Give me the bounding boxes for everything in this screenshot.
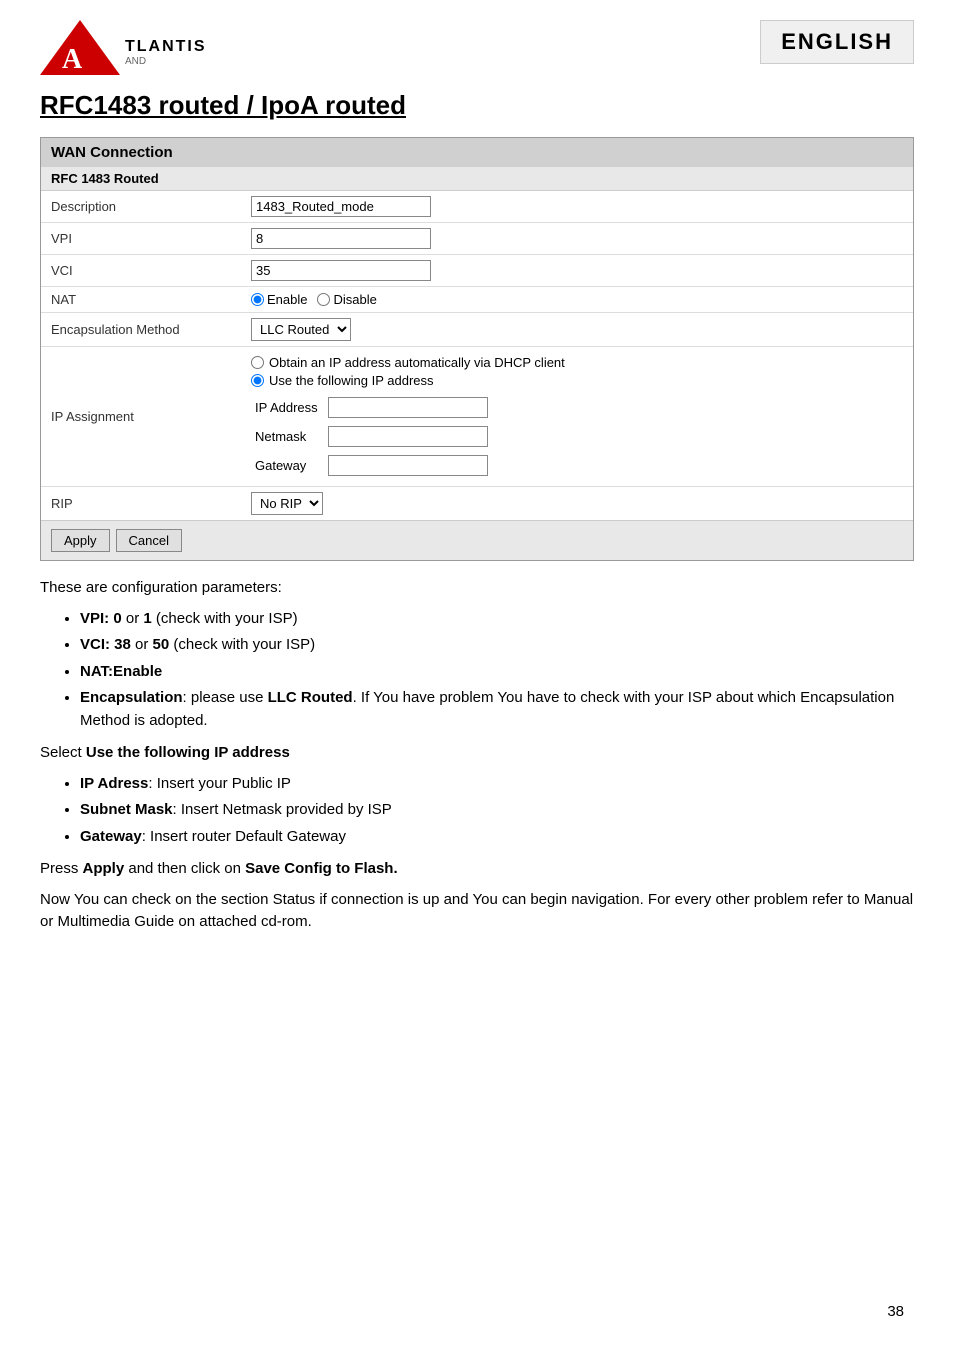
final-text: Now You can check on the section Status … [40, 889, 914, 934]
vpi-row: VPI [41, 223, 913, 255]
bullets-list-2: IP Adress: Insert your Public IP Subnet … [80, 773, 914, 849]
encapsulation-value-cell: LLC Routed [241, 313, 913, 347]
gateway-label: Gateway [255, 452, 326, 479]
nat-enable-text: Enable [267, 292, 307, 307]
encapsulation-label: Encapsulation Method [41, 313, 241, 347]
bullet-gateway: Gateway: Insert router Default Gateway [80, 826, 914, 849]
ip-address-input[interactable] [328, 397, 488, 418]
description-label: Description [41, 191, 241, 223]
vci-value-cell [241, 255, 913, 287]
rfc-subheader: RFC 1483 Routed [41, 167, 913, 191]
form-table: Description VPI VCI NAT Enable [41, 191, 913, 520]
bullet-ip-address: IP Adress: Insert your Public IP [80, 773, 914, 796]
press-apply: Press Apply and then click on Save Confi… [40, 858, 914, 881]
gateway-input[interactable] [328, 455, 488, 476]
vpi-input[interactable] [251, 228, 431, 249]
nat-enable-label[interactable]: Enable [251, 292, 307, 307]
bullet-vpi: VPI: 0 or 1 (check with your ISP) [80, 608, 914, 631]
description-value-cell [241, 191, 913, 223]
ip-manual-label: Use the following IP address [269, 373, 434, 388]
nat-row: NAT Enable Disable [41, 287, 913, 313]
netmask-input[interactable] [328, 426, 488, 447]
wan-connection-panel: WAN Connection RFC 1483 Routed Descripti… [40, 137, 914, 561]
netmask-row: Netmask [255, 423, 496, 450]
vci-row: VCI [41, 255, 913, 287]
page-number: 38 [887, 1303, 904, 1320]
page-title: RFC1483 routed / IpoA routed [40, 90, 914, 121]
gateway-row: Gateway [255, 452, 496, 479]
vci-label: VCI [41, 255, 241, 287]
ip-assignment-label: IP Assignment [41, 347, 241, 487]
brand-text: TLANTIS AND [125, 33, 207, 67]
ip-assignment-row: IP Assignment Obtain an IP address autom… [41, 347, 913, 487]
ip-manual-radio[interactable] [251, 374, 264, 387]
ip-dhcp-label: Obtain an IP address automatically via D… [269, 355, 565, 370]
ip-address-row: IP Address [255, 394, 496, 421]
vpi-label: VPI [41, 223, 241, 255]
and-label: AND [125, 56, 207, 67]
encapsulation-row: Encapsulation Method LLC Routed [41, 313, 913, 347]
encapsulation-select[interactable]: LLC Routed [251, 318, 351, 341]
description-input[interactable] [251, 196, 431, 217]
apply-button[interactable]: Apply [51, 529, 110, 552]
button-row: Apply Cancel [41, 520, 913, 560]
nat-disable-radio[interactable] [317, 293, 330, 306]
ip-assignment-value-cell: Obtain an IP address automatically via D… [241, 347, 913, 487]
ip-dhcp-radio[interactable] [251, 356, 264, 369]
vpi-value-cell [241, 223, 913, 255]
wan-header: WAN Connection [41, 138, 913, 167]
bullet-nat: NAT:Enable [80, 661, 914, 684]
rip-label: RIP [41, 487, 241, 521]
netmask-label: Netmask [255, 423, 326, 450]
nat-disable-label[interactable]: Disable [317, 292, 376, 307]
logo: A [40, 20, 120, 80]
nat-label: NAT [41, 287, 241, 313]
atlantis-label: TLANTIS [125, 38, 207, 56]
vci-input[interactable] [251, 260, 431, 281]
nat-disable-text: Disable [333, 292, 376, 307]
language-badge: ENGLISH [760, 20, 914, 64]
nat-enable-radio[interactable] [251, 293, 264, 306]
description-row: Description [41, 191, 913, 223]
bullets-list-1: VPI: 0 or 1 (check with your ISP) VCI: 3… [80, 608, 914, 733]
content-intro: These are configuration parameters: [40, 577, 914, 600]
bullet-encapsulation: Encapsulation: please use LLC Routed. If… [80, 687, 914, 732]
cancel-button[interactable]: Cancel [116, 529, 182, 552]
bullet-subnet: Subnet Mask: Insert Netmask provided by … [80, 799, 914, 822]
rip-row: RIP No RIP [41, 487, 913, 521]
ip-address-label: IP Address [255, 394, 326, 421]
bullet-vci: VCI: 38 or 50 (check with your ISP) [80, 634, 914, 657]
nat-value-cell: Enable Disable [241, 287, 913, 313]
ip-sub-table: IP Address Netmask Gateway [253, 392, 498, 481]
content-section: These are configuration parameters: VPI:… [40, 577, 914, 934]
svg-text:A: A [62, 44, 83, 75]
rip-select[interactable]: No RIP [251, 492, 323, 515]
select-heading: Select Use the following IP address [40, 742, 914, 765]
rip-value-cell: No RIP [241, 487, 913, 521]
